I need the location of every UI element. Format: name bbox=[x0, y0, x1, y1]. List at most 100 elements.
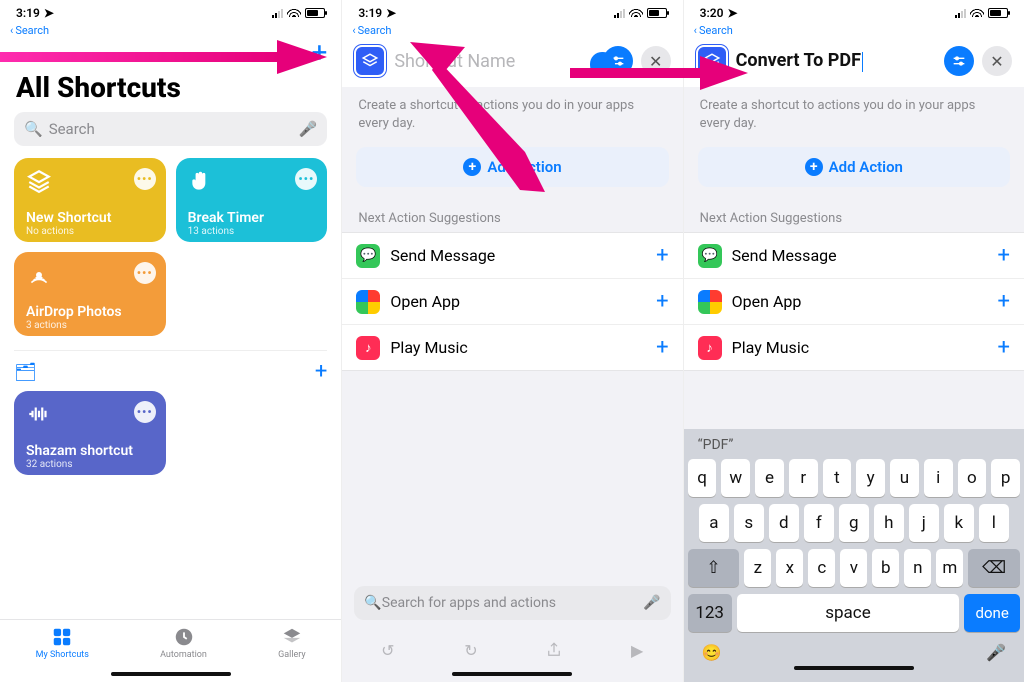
done-key[interactable]: done bbox=[964, 594, 1020, 632]
tile-more-icon[interactable]: ••• bbox=[134, 262, 156, 284]
shift-key[interactable]: ⇧ bbox=[688, 549, 740, 587]
dictate-key[interactable]: 🎤 bbox=[986, 643, 1006, 662]
key-s[interactable]: s bbox=[734, 504, 764, 542]
add-shortcut-button[interactable]: + bbox=[311, 39, 327, 67]
shortcut-app-icon[interactable] bbox=[354, 45, 386, 77]
key-n[interactable]: n bbox=[904, 549, 931, 587]
key-l[interactable]: l bbox=[979, 504, 1009, 542]
settings-button[interactable] bbox=[944, 46, 974, 76]
key-j[interactable]: j bbox=[909, 504, 939, 542]
wifi-icon bbox=[287, 6, 301, 20]
key-o[interactable]: o bbox=[958, 459, 987, 497]
folder-icon[interactable]: 🗂 bbox=[14, 362, 37, 383]
shortcut-name-input[interactable]: Shortcut Name bbox=[394, 51, 594, 72]
key-v[interactable]: v bbox=[840, 549, 867, 587]
key-i[interactable]: i bbox=[924, 459, 953, 497]
add-icon[interactable]: + bbox=[998, 335, 1010, 360]
space-key[interactable]: space bbox=[737, 594, 960, 632]
numbers-key[interactable]: 123 bbox=[688, 594, 732, 632]
add-action-button[interactable]: + Add Action bbox=[698, 147, 1010, 187]
emoji-key[interactable]: 😊 bbox=[702, 643, 722, 662]
tab-my-shortcuts[interactable]: My Shortcuts bbox=[36, 626, 89, 660]
redo-button[interactable]: ↻ bbox=[457, 636, 485, 664]
music-icon: ♪ bbox=[698, 336, 722, 360]
tab-automation[interactable]: Automation bbox=[160, 626, 207, 660]
plus-circle-icon: + bbox=[463, 158, 481, 176]
key-a[interactable]: a bbox=[699, 504, 729, 542]
key-g[interactable]: g bbox=[839, 504, 869, 542]
cellular-icon bbox=[955, 8, 966, 18]
tile-more-icon[interactable]: ••• bbox=[295, 168, 317, 190]
nas-row-send-message[interactable]: 💬Send Message+ bbox=[342, 233, 682, 279]
add-folder-button[interactable]: + bbox=[315, 361, 327, 383]
key-t[interactable]: t bbox=[823, 459, 852, 497]
shortcut-tile-shazam[interactable]: ••• Shazam shortcut 32 actions bbox=[14, 391, 166, 475]
back-search-link[interactable]: ‹ Search bbox=[342, 22, 682, 37]
add-icon[interactable]: + bbox=[656, 243, 668, 268]
shortcut-name-input[interactable]: Convert To PDF bbox=[736, 50, 936, 71]
nas-row-send-message[interactable]: 💬Send Message+ bbox=[684, 233, 1024, 279]
keyboard-row-2: asdfghjkl bbox=[688, 504, 1020, 542]
add-icon[interactable]: + bbox=[656, 335, 668, 360]
status-bar: 3:19 ➤ bbox=[342, 0, 682, 22]
key-z[interactable]: z bbox=[744, 549, 771, 587]
cellular-icon bbox=[272, 8, 283, 18]
key-e[interactable]: e bbox=[755, 459, 784, 497]
nas-row-open-app[interactable]: Open App+ bbox=[684, 279, 1024, 325]
search-icon: 🔍 bbox=[364, 595, 381, 611]
actions-search-input[interactable]: 🔍Search for apps and actions🎤 bbox=[354, 586, 670, 620]
key-u[interactable]: u bbox=[890, 459, 919, 497]
key-d[interactable]: d bbox=[769, 504, 799, 542]
key-m[interactable]: m bbox=[936, 549, 963, 587]
settings-button[interactable] bbox=[603, 46, 633, 76]
back-search-link[interactable]: ‹ Search bbox=[0, 22, 341, 37]
key-q[interactable]: q bbox=[688, 459, 717, 497]
search-input[interactable]: 🔍 Search 🎤 bbox=[14, 112, 327, 146]
tile-more-icon[interactable]: ••• bbox=[134, 168, 156, 190]
key-c[interactable]: c bbox=[808, 549, 835, 587]
home-indicator bbox=[794, 666, 914, 670]
nas-row-play-music[interactable]: ♪Play Music+ bbox=[342, 325, 682, 370]
tile-subtitle: No actions bbox=[26, 226, 154, 237]
close-button[interactable]: ✕ bbox=[641, 46, 671, 76]
tile-more-icon[interactable]: ••• bbox=[134, 401, 156, 423]
messages-icon: 💬 bbox=[356, 244, 380, 268]
key-p[interactable]: p bbox=[991, 459, 1020, 497]
panel-all-shortcuts: 3:19 ➤ ‹ Search + All Shortcuts 🔍 Search… bbox=[0, 0, 341, 682]
shortcut-tile-airdrop-photos[interactable]: ••• AirDrop Photos 3 actions bbox=[14, 252, 166, 336]
key-h[interactable]: h bbox=[874, 504, 904, 542]
backspace-key[interactable]: ⌫ bbox=[968, 549, 1020, 587]
key-w[interactable]: w bbox=[721, 459, 750, 497]
tab-gallery[interactable]: Gallery bbox=[278, 626, 306, 660]
key-k[interactable]: k bbox=[944, 504, 974, 542]
add-icon[interactable]: + bbox=[656, 289, 668, 314]
keyboard-suggestion[interactable]: “PDF” bbox=[688, 435, 1020, 459]
keyboard[interactable]: “PDF” qwertyuiop asdfghjkl ⇧ zxcvbnm ⌫ 1… bbox=[684, 429, 1024, 682]
close-button[interactable]: ✕ bbox=[982, 46, 1012, 76]
key-r[interactable]: r bbox=[789, 459, 818, 497]
music-icon: ♪ bbox=[356, 336, 380, 360]
shortcut-app-icon[interactable] bbox=[696, 45, 728, 77]
run-button[interactable]: ▶ bbox=[623, 636, 651, 664]
key-y[interactable]: y bbox=[856, 459, 885, 497]
search-placeholder: Search bbox=[49, 120, 95, 138]
add-icon[interactable]: + bbox=[998, 243, 1010, 268]
editor-header: Shortcut Name ✕ bbox=[342, 37, 682, 87]
nas-row-open-app[interactable]: Open App+ bbox=[342, 279, 682, 325]
shortcut-tile-break-timer[interactable]: ••• Break Timer 13 actions bbox=[176, 158, 328, 242]
tile-title: Shazam shortcut bbox=[26, 443, 154, 459]
shortcut-tile-new-shortcut[interactable]: ••• New Shortcut No actions bbox=[14, 158, 166, 242]
add-icon[interactable]: + bbox=[998, 289, 1010, 314]
nas-row-play-music[interactable]: ♪Play Music+ bbox=[684, 325, 1024, 370]
back-search-link[interactable]: ‹ Search bbox=[684, 22, 1024, 37]
tile-subtitle: 3 actions bbox=[26, 320, 154, 331]
key-f[interactable]: f bbox=[804, 504, 834, 542]
key-x[interactable]: x bbox=[776, 549, 803, 587]
key-b[interactable]: b bbox=[872, 549, 899, 587]
undo-button[interactable]: ↺ bbox=[374, 636, 402, 664]
share-button[interactable] bbox=[540, 636, 568, 664]
add-action-button[interactable]: + Add Action bbox=[356, 147, 668, 187]
mic-icon[interactable]: 🎤 bbox=[643, 595, 660, 611]
mic-icon[interactable]: 🎤 bbox=[299, 120, 318, 138]
panel-convert-to-pdf: 3:20 ➤ ‹ Search Convert To PDF ✕ Create … bbox=[683, 0, 1024, 682]
